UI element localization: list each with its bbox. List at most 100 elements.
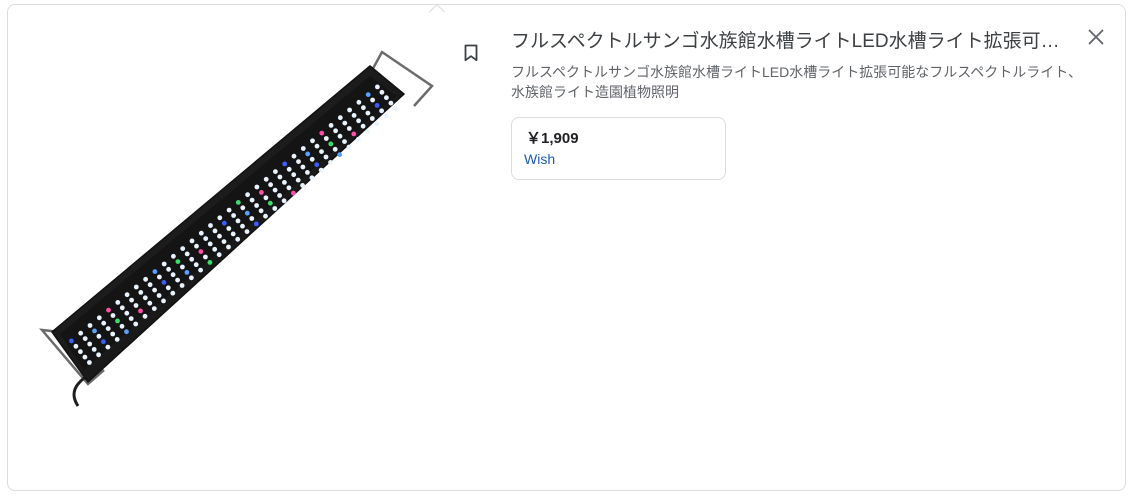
led-dot [254, 184, 260, 190]
led-dot [207, 241, 213, 247]
led-dot [281, 198, 287, 204]
led-dot [300, 183, 305, 188]
led-dot [78, 330, 84, 336]
led-dot [332, 146, 338, 152]
led-dot [152, 269, 158, 274]
led-dot [133, 284, 139, 290]
led-dot [92, 328, 97, 334]
save-bookmark-button[interactable] [461, 42, 481, 64]
led-dot [323, 136, 329, 141]
led-dot [143, 276, 148, 282]
led-dot [351, 113, 357, 118]
offer-price: ￥1,909 [526, 130, 579, 147]
led-dot [203, 254, 208, 260]
led-dot [82, 336, 88, 341]
led-dot [124, 329, 129, 335]
led-dot [198, 249, 204, 255]
led-dot [235, 236, 241, 242]
led-dot [319, 130, 325, 136]
led-dot [207, 260, 213, 265]
led-dot [388, 100, 394, 106]
led-dot [194, 243, 199, 249]
led-dot [355, 136, 361, 142]
led-dot [106, 307, 111, 313]
product-image[interactable] [30, 44, 440, 412]
led-dot [296, 159, 301, 164]
led-dot [253, 221, 259, 227]
led-dot [393, 106, 398, 111]
led-dot [356, 99, 362, 105]
led-dot [110, 313, 116, 318]
led-dot [356, 118, 361, 124]
led-dot [318, 167, 324, 173]
led-dot [375, 84, 380, 90]
led-dot [310, 138, 315, 144]
led-dot [157, 274, 162, 280]
led-dot [305, 170, 310, 175]
led-dot [138, 308, 143, 314]
led-dot [96, 352, 101, 358]
led-dot [346, 126, 352, 131]
led-dot [180, 264, 185, 270]
led-dot [101, 339, 106, 345]
led-dot [165, 285, 171, 291]
led-dot [115, 300, 121, 305]
led-dot [180, 246, 186, 252]
led-dot [254, 203, 259, 208]
led-dot [189, 238, 195, 244]
led-dot [291, 190, 296, 196]
led-dot [170, 272, 176, 278]
led-dot [337, 133, 343, 139]
led-dot [268, 182, 273, 188]
led-dot [291, 153, 297, 159]
close-button[interactable] [1084, 25, 1108, 49]
led-dot [374, 103, 380, 108]
led-dot [138, 290, 144, 295]
led-dot [105, 344, 111, 350]
led-dot [295, 177, 301, 183]
led-dot [124, 310, 130, 316]
led-dot [365, 129, 370, 134]
led-dot [328, 123, 334, 128]
bookmark-icon [464, 44, 478, 62]
led-dot [82, 354, 88, 360]
led-dot [249, 216, 255, 221]
led-dot [119, 305, 125, 311]
led-dot [124, 292, 130, 298]
led-dot [217, 215, 223, 221]
led-dot [161, 261, 167, 267]
led-dot [267, 200, 273, 206]
offer-card[interactable]: ￥1,909 Wish [511, 117, 726, 180]
led-dot [226, 207, 232, 213]
led-dot [166, 266, 172, 272]
led-dot [198, 230, 204, 236]
led-dot [189, 256, 195, 262]
led-dot [309, 175, 315, 181]
led-dot [328, 141, 334, 147]
led-dot [184, 251, 190, 257]
led-dot [342, 139, 347, 144]
led-dot [226, 244, 231, 250]
led-dot [263, 213, 268, 219]
led-dot [198, 267, 204, 273]
led-dot [240, 205, 246, 211]
led-dot [235, 218, 241, 224]
led-dot [230, 231, 236, 237]
led-dot [161, 280, 167, 285]
led-dot [351, 131, 357, 137]
led-dot [151, 306, 157, 311]
product-title[interactable]: フルスペクトルサンゴ水族館水槽ライトLED水槽ライト拡張可能なフルスペクトルライ… [511, 30, 1071, 54]
led-dot [179, 283, 185, 288]
merchant-link[interactable]: Wish [524, 150, 555, 168]
led-dot [273, 169, 278, 174]
led-dot [133, 303, 139, 308]
led-dot [216, 252, 222, 258]
led-dot [263, 176, 269, 182]
led-dot [370, 97, 375, 103]
led-dot [365, 110, 371, 116]
led-dot [272, 187, 278, 193]
led-dot [129, 297, 134, 303]
led-dot [379, 89, 385, 95]
led-dot [161, 298, 166, 304]
product-description: フルスペクトルサンゴ水族館水槽ライトLED水槽ライト拡張可能なフルスペクトルライ… [511, 64, 1082, 100]
